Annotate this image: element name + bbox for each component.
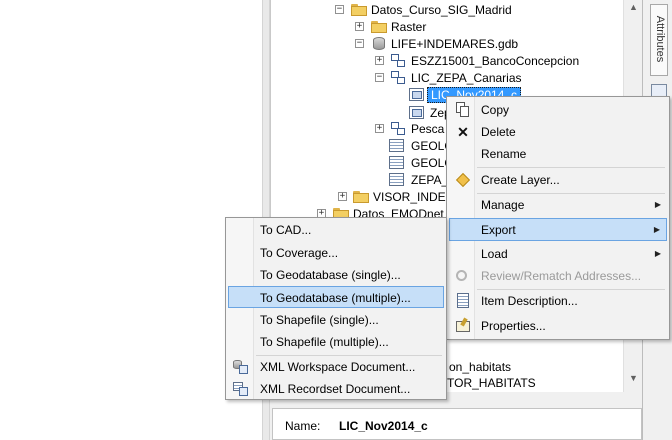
delete-x-icon: ✕ bbox=[457, 124, 469, 140]
menu-item-label: Item Description... bbox=[481, 294, 578, 308]
tree-node-label: Datos_Curso_SIG_Madrid bbox=[371, 3, 512, 17]
table-icon bbox=[389, 139, 404, 152]
name-label: Name: bbox=[285, 419, 321, 433]
menu-item-label: Review/Rematch Addresses... bbox=[481, 269, 642, 283]
menu-separator bbox=[477, 167, 665, 168]
feature-dataset-icon bbox=[391, 71, 407, 85]
expand-toggle[interactable]: + bbox=[375, 56, 384, 65]
tree-node-label: VISOR_INDEM bbox=[373, 190, 456, 204]
tree-node-label: Pesca bbox=[411, 122, 445, 136]
menu-item-to-geodatabase-multiple[interactable]: To Geodatabase (multiple)... bbox=[228, 286, 444, 308]
menu-item-label: Delete bbox=[481, 125, 516, 139]
menu-item-copy[interactable]: Copy bbox=[449, 99, 667, 121]
name-field-box: Name: LIC_Nov2014_c bbox=[272, 408, 642, 440]
review-icon bbox=[455, 268, 471, 284]
menu-item-label: Manage bbox=[481, 198, 525, 212]
menu-item-label: Copy bbox=[481, 103, 510, 117]
xml-workspace-icon bbox=[233, 359, 249, 375]
menu-item-label: To Coverage... bbox=[260, 246, 339, 260]
geodatabase-icon bbox=[373, 37, 385, 50]
tree-node-label: Raster bbox=[391, 20, 427, 34]
menu-item-label: To Geodatabase (multiple)... bbox=[260, 291, 411, 305]
folder-icon bbox=[371, 21, 387, 33]
copy-icon bbox=[455, 102, 471, 118]
context-menu: Copy ✕ Delete Rename Create Layer... Man… bbox=[446, 96, 670, 340]
menu-item-to-cad[interactable]: To CAD... bbox=[228, 219, 444, 241]
polygon-feature-class-icon bbox=[409, 88, 424, 101]
item-description-icon bbox=[455, 293, 471, 309]
menu-item-properties[interactable]: Properties... bbox=[449, 315, 667, 337]
create-layer-icon bbox=[455, 172, 471, 188]
menu-item-rename[interactable]: Rename bbox=[449, 143, 667, 165]
menu-item-xml-recordset[interactable]: XML Recordset Document... bbox=[228, 378, 444, 400]
submenu-arrow-icon: ▶ bbox=[654, 249, 661, 258]
folder-icon bbox=[353, 191, 369, 203]
attributes-tab[interactable]: Attributes bbox=[650, 4, 668, 76]
menu-item-review-rematch[interactable]: Review/Rematch Addresses... bbox=[449, 265, 667, 287]
scroll-up-icon[interactable]: ▲ bbox=[629, 2, 638, 12]
export-submenu: To CAD... To Coverage... To Geodatabase … bbox=[225, 217, 447, 400]
tree-node-label: LIFE+INDEMARES.gdb bbox=[391, 37, 519, 51]
feature-dataset-icon bbox=[391, 122, 407, 136]
submenu-arrow-icon: ▶ bbox=[654, 200, 661, 209]
scroll-down-icon[interactable]: ▼ bbox=[629, 373, 638, 383]
tree-node-label: LIC_ZEPA_Canarias bbox=[411, 71, 522, 85]
attributes-tab-label: Attributes bbox=[654, 15, 666, 63]
expand-toggle[interactable]: + bbox=[338, 192, 347, 201]
table-icon bbox=[389, 173, 404, 186]
xml-recordset-icon bbox=[233, 381, 249, 397]
collapse-toggle[interactable]: − bbox=[375, 73, 384, 82]
menu-item-to-geodatabase-single[interactable]: To Geodatabase (single)... bbox=[228, 264, 444, 286]
menu-item-xml-workspace[interactable]: XML Workspace Document... bbox=[228, 356, 444, 378]
menu-item-manage[interactable]: Manage ▶ bbox=[449, 194, 667, 216]
menu-item-label: To Shapefile (single)... bbox=[260, 313, 379, 327]
name-value: LIC_Nov2014_c bbox=[339, 419, 428, 433]
menu-item-to-shapefile-single[interactable]: To Shapefile (single)... bbox=[228, 309, 444, 331]
submenu-arrow-icon: ▶ bbox=[653, 225, 660, 234]
menu-item-label: XML Recordset Document... bbox=[260, 382, 411, 396]
menu-item-item-description[interactable]: Item Description... bbox=[449, 290, 667, 312]
menu-item-to-coverage[interactable]: To Coverage... bbox=[228, 242, 444, 264]
feature-dataset-icon bbox=[391, 54, 407, 68]
menu-item-label: To Shapefile (multiple)... bbox=[260, 335, 389, 349]
polygon-feature-class-icon bbox=[409, 106, 424, 119]
collapse-toggle[interactable]: − bbox=[335, 5, 344, 14]
map-area bbox=[0, 0, 262, 440]
menu-item-label: XML Workspace Document... bbox=[260, 360, 416, 374]
tree-node-label: ESZZ15001_BancoConcepcion bbox=[411, 54, 580, 68]
menu-item-to-shapefile-multiple[interactable]: To Shapefile (multiple)... bbox=[228, 331, 444, 353]
menu-item-create-layer[interactable]: Create Layer... bbox=[449, 169, 667, 191]
menu-item-label: Properties... bbox=[481, 319, 546, 333]
expand-toggle[interactable]: + bbox=[375, 124, 384, 133]
tree-node-label: TOR_HABITATS bbox=[447, 376, 536, 390]
menu-item-label: Rename bbox=[481, 147, 527, 161]
table-icon bbox=[389, 156, 404, 169]
menu-item-label: Export bbox=[481, 223, 516, 237]
menu-item-label: To Geodatabase (single)... bbox=[260, 268, 401, 282]
expand-toggle[interactable]: + bbox=[355, 22, 364, 31]
menu-item-label: Load bbox=[481, 247, 508, 261]
folder-icon bbox=[351, 4, 367, 16]
menu-item-load[interactable]: Load ▶ bbox=[449, 243, 667, 265]
menu-item-label: To CAD... bbox=[260, 223, 312, 237]
menu-item-delete[interactable]: ✕ Delete bbox=[449, 121, 667, 143]
menu-item-label: Create Layer... bbox=[481, 173, 560, 187]
menu-item-export[interactable]: Export ▶ bbox=[449, 218, 667, 241]
collapse-toggle[interactable]: − bbox=[355, 39, 364, 48]
properties-icon bbox=[455, 317, 471, 334]
